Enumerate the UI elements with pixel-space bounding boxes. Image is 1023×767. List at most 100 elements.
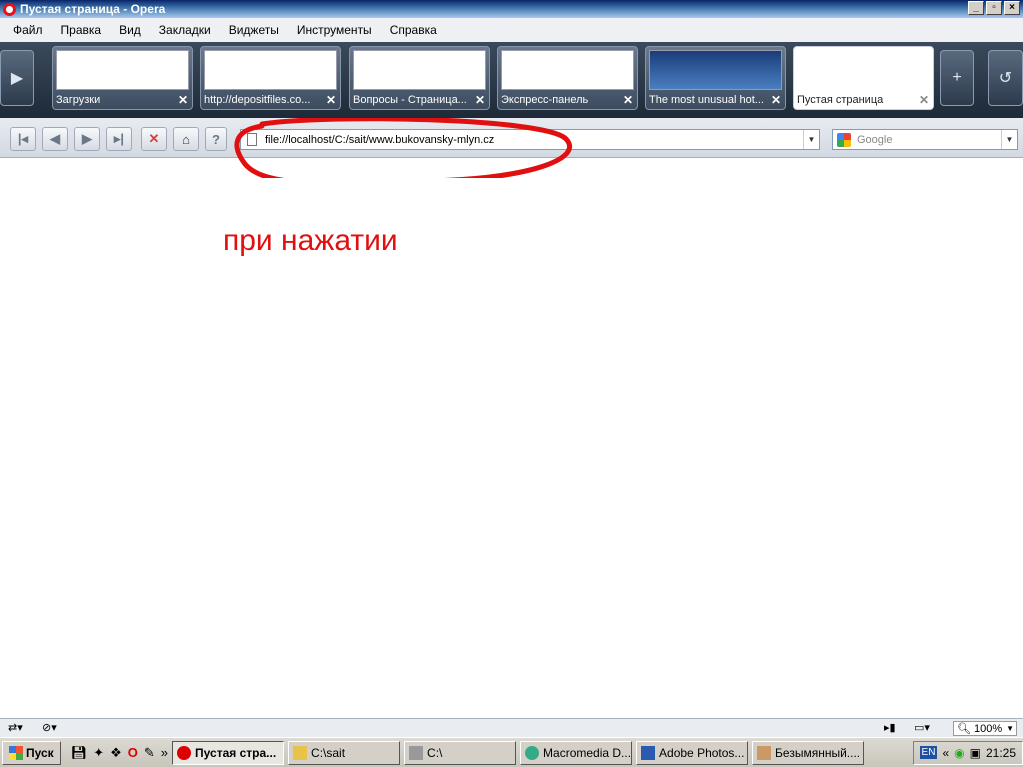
drive-icon: [409, 745, 424, 760]
tab-blank-page[interactable]: Пустая страница ✕: [793, 46, 934, 110]
menu-bookmarks[interactable]: Закладки: [150, 23, 220, 37]
menu-tools[interactable]: Инструменты: [288, 23, 381, 37]
task-drive-c[interactable]: C:\: [404, 740, 517, 765]
tab-label: http://depositfiles.co...: [204, 94, 311, 106]
tab-depositfiles[interactable]: http://depositfiles.co... ✕: [200, 46, 341, 110]
navigation-toolbar: |◂ ◀ ▶ ▸| ✕ ⌂ ? file://localhost/C:/sait…: [0, 118, 1023, 158]
unite-icon[interactable]: ⊘▾: [42, 721, 57, 734]
title-bar: Пустая страница - Opera _ ▫ ×: [0, 0, 1023, 18]
more-icon[interactable]: »: [161, 745, 168, 761]
save-icon[interactable]: 💾︎: [71, 745, 88, 761]
task-photoshop[interactable]: Adobe Photos...: [636, 740, 749, 765]
forward-icon[interactable]: ▶: [74, 127, 100, 151]
close-tab-icon[interactable]: ✕: [623, 93, 633, 107]
windows-logo-icon: [9, 745, 23, 760]
menu-help[interactable]: Справка: [381, 23, 446, 37]
opera-icon: [177, 745, 192, 760]
tab-thumbnail: [649, 50, 782, 90]
search-dropdown-icon[interactable]: ▼: [1001, 130, 1017, 149]
opera-icon[interactable]: O: [128, 745, 138, 761]
app-icon[interactable]: ❖: [110, 745, 122, 761]
quick-launch: 💾︎ ✦ ❖ O ✎ »: [71, 745, 168, 761]
start-button[interactable]: Пуск: [2, 740, 61, 765]
opera-logo-icon: [3, 2, 16, 16]
menu-edit[interactable]: Правка: [52, 23, 111, 37]
close-tab-icon[interactable]: ✕: [178, 93, 188, 107]
zoom-value: 100%: [973, 722, 1003, 735]
dreamweaver-icon: [525, 745, 540, 760]
paint-icon: [757, 745, 772, 760]
menu-widgets[interactable]: Виджеты: [220, 23, 288, 37]
google-icon: [837, 132, 851, 147]
panel-icon[interactable]: ▸▮: [884, 721, 896, 734]
tab-label: Экспресс-панель: [501, 94, 589, 106]
tab-questions[interactable]: Вопросы - Страница... ✕: [349, 46, 490, 110]
address-text: file://localhost/C:/sait/www.bukovansky-…: [265, 133, 495, 146]
images-icon[interactable]: ▭▾: [914, 721, 930, 734]
tab-label: Загрузки: [56, 94, 101, 106]
tab-speed-dial[interactable]: Экспресс-панель ✕: [497, 46, 638, 110]
task-opera[interactable]: Пустая стра...: [172, 740, 285, 765]
task-label: C:\sait: [311, 745, 346, 760]
sync-icon[interactable]: ⇄▾: [8, 721, 23, 734]
task-label: Пустая стра...: [195, 745, 277, 760]
system-tray: EN « ◉ ▣ 21:25: [912, 740, 1023, 765]
closed-tabs-icon[interactable]: ↺: [988, 50, 1023, 106]
language-indicator[interactable]: EN: [919, 746, 938, 759]
rewind-icon[interactable]: |◂: [10, 127, 36, 151]
task-label: Безымянный....: [775, 745, 861, 760]
close-tab-icon[interactable]: ✕: [326, 93, 336, 107]
stop-icon[interactable]: ✕: [141, 127, 167, 151]
network-icon[interactable]: ◉: [954, 746, 964, 760]
zoom-dropdown-icon[interactable]: ▼: [1006, 724, 1016, 733]
tab-thumbnail: [204, 50, 337, 90]
tab-thumbnail: [353, 50, 486, 90]
close-tab-icon[interactable]: ✕: [771, 93, 781, 107]
tab-unusual-hotels[interactable]: The most unusual hot... ✕: [645, 46, 786, 110]
minimize-button[interactable]: _: [968, 1, 984, 15]
tab-bar: ▶ Загрузки ✕ http://depositfiles.co... ✕…: [0, 42, 1023, 118]
key-icon[interactable]: ?: [205, 127, 227, 151]
task-label: Adobe Photos...: [659, 745, 745, 760]
folder-icon: [293, 745, 308, 760]
address-dropdown-icon[interactable]: ▼: [803, 130, 819, 149]
clock[interactable]: 21:25: [986, 746, 1016, 760]
close-tab-icon[interactable]: ✕: [475, 93, 485, 107]
home-icon[interactable]: ⌂: [173, 127, 199, 151]
task-label: Macromedia D...: [543, 745, 632, 760]
start-label: Пуск: [26, 745, 54, 760]
restore-button[interactable]: ▫: [986, 1, 1002, 15]
page-icon: [247, 133, 257, 146]
task-folder-sait[interactable]: C:\sait: [288, 740, 401, 765]
task-label: C:\: [427, 745, 443, 760]
photoshop-icon: [641, 745, 656, 760]
close-tab-icon[interactable]: ✕: [919, 93, 929, 107]
tab-thumbnail: [501, 50, 634, 90]
close-button[interactable]: ×: [1004, 1, 1020, 15]
menu-file[interactable]: Файл: [4, 23, 52, 37]
tab-thumbnail: [56, 50, 189, 90]
tab-label: Вопросы - Страница...: [353, 94, 467, 106]
tray-expand-icon[interactable]: «: [942, 746, 949, 760]
panel-toggle-button[interactable]: ▶: [0, 50, 34, 106]
notes-icon[interactable]: ✎: [144, 745, 155, 761]
search-field[interactable]: Google ▼: [832, 129, 1018, 150]
new-tab-button[interactable]: +: [940, 50, 974, 106]
status-bar: ⇄▾ ⊘▾ ▸▮ ▭▾ 🔍︎ 100% ▼: [0, 718, 1023, 737]
task-dreamweaver[interactable]: Macromedia D...: [520, 740, 633, 765]
address-bar[interactable]: file://localhost/C:/sait/www.bukovansky-…: [240, 129, 820, 150]
back-icon[interactable]: ◀: [42, 127, 68, 151]
search-placeholder: Google: [857, 133, 893, 146]
tab-label: The most unusual hot...: [649, 94, 764, 106]
tab-downloads[interactable]: Загрузки ✕: [52, 46, 193, 110]
menu-bar: Файл Правка Вид Закладки Виджеты Инструм…: [0, 18, 1023, 42]
monitor-icon[interactable]: ▣: [970, 746, 981, 760]
zoom-control[interactable]: 🔍︎ 100% ▼: [953, 721, 1017, 736]
menu-view[interactable]: Вид: [110, 23, 150, 37]
taskbar: Пуск 💾︎ ✦ ❖ O ✎ » Пустая стра... C:\sait…: [0, 737, 1023, 767]
annotation-text: при нажатии: [223, 224, 398, 257]
butterfly-icon[interactable]: ✦: [93, 745, 104, 761]
page-content: при нажатии: [0, 158, 1023, 718]
fast-forward-icon[interactable]: ▸|: [106, 127, 132, 151]
task-paint[interactable]: Безымянный....: [752, 740, 865, 765]
